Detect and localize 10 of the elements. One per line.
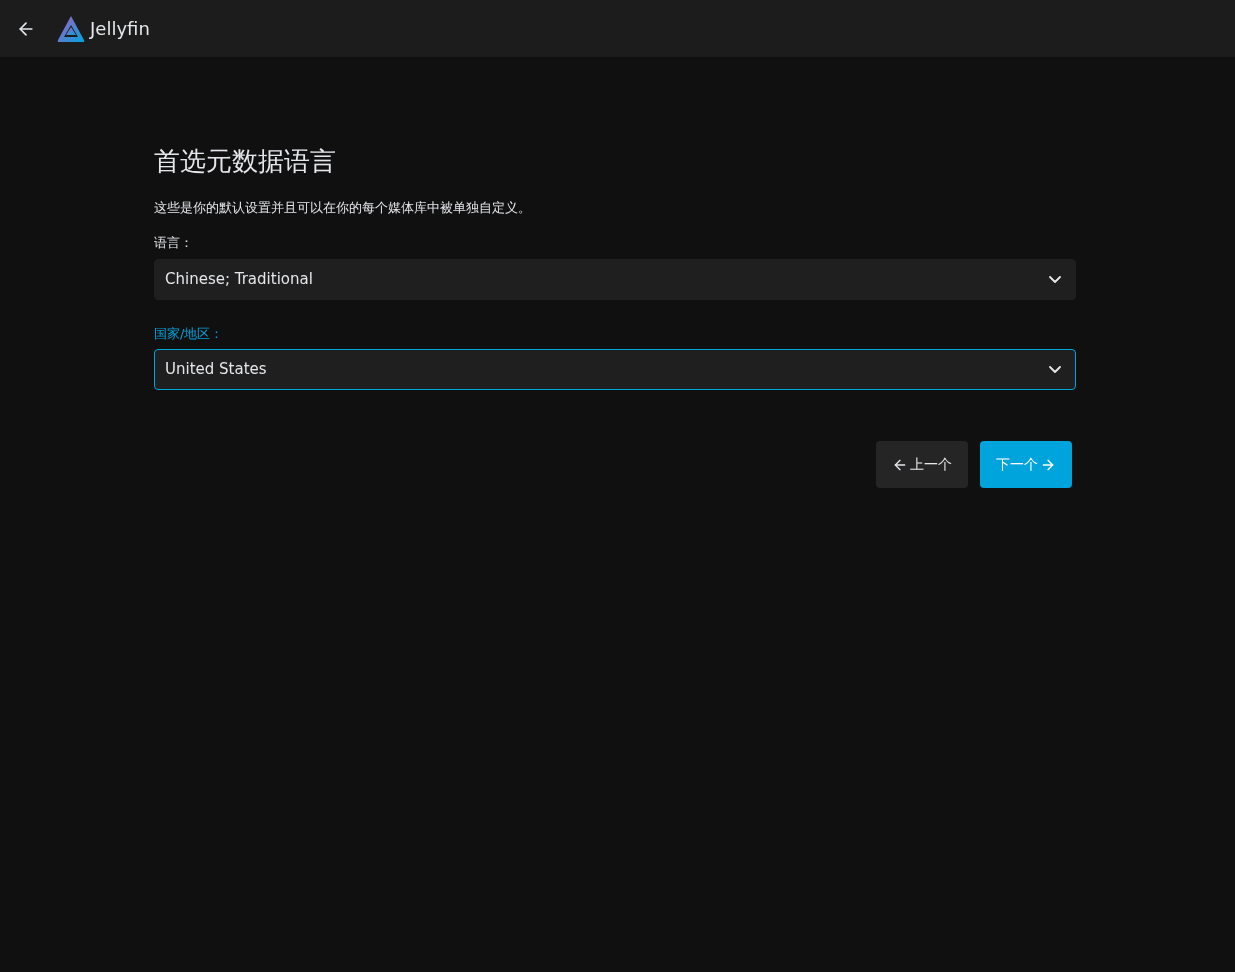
page-description: 这些是你的默认设置并且可以在你的每个媒体库中被单独自定义。: [154, 198, 532, 217]
chevron-down-icon: [1049, 275, 1061, 283]
app-name: Jellyfin: [90, 17, 150, 41]
field-label: 语言：: [154, 234, 194, 252]
select-field[interactable]: United States: [154, 349, 1076, 390]
select-field[interactable]: Chinese; Traditional: [154, 258, 1076, 300]
page-title: 首选元数据语言: [154, 145, 337, 178]
chevron-down-icon: [1049, 366, 1061, 373]
previous-button[interactable]: 上一个: [876, 441, 968, 488]
field-label: 国家/地区：: [154, 324, 225, 343]
